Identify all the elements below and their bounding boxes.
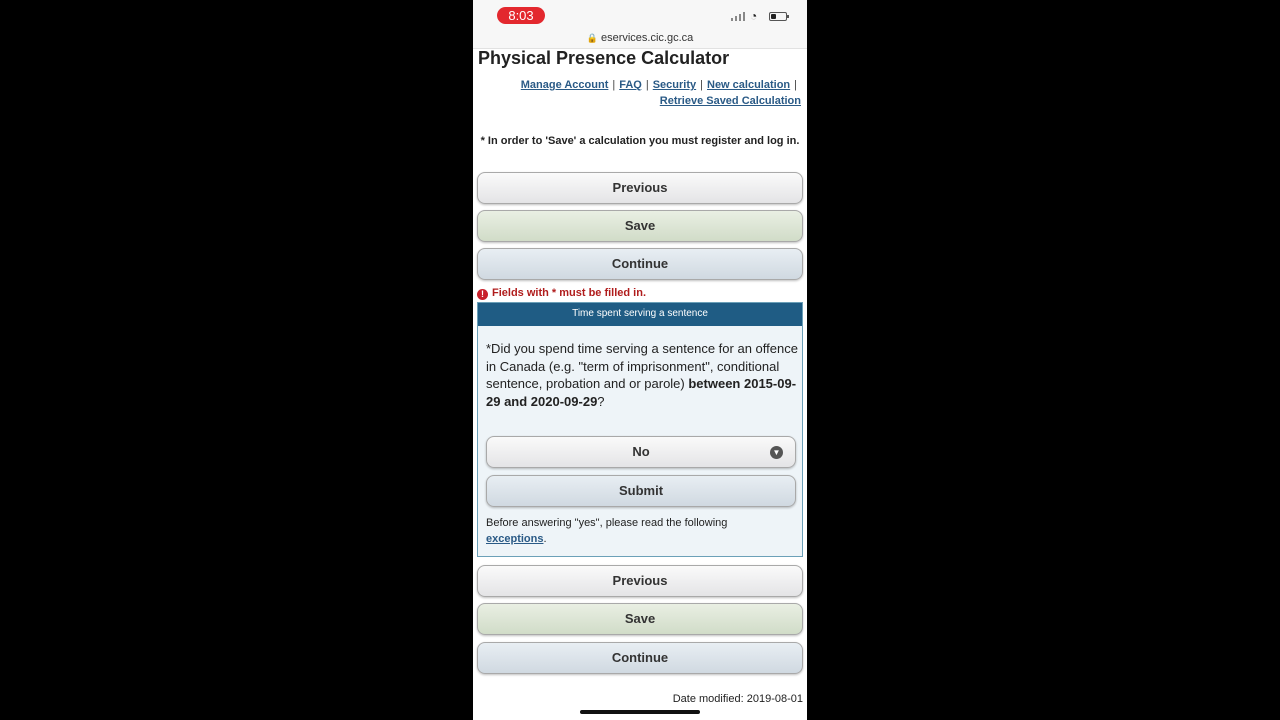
header-links: Manage Account | FAQ | Security | New calculat…	[520, 79, 801, 107]
previous-button-top[interactable]: Previous	[477, 172, 803, 204]
continue-button-bottom[interactable]: Continue	[477, 642, 803, 674]
status-time: 8:03	[497, 7, 545, 24]
date-modified-label: Date modified:	[672, 693, 744, 705]
date-modified-value: 2019-08-01	[746, 693, 803, 705]
sentence-question: *Did you spend time serving a sentence f…	[486, 340, 798, 410]
chevron-down-icon: ▼	[770, 446, 783, 459]
faq-link[interactable]: FAQ	[619, 79, 642, 91]
panel-header: Time spent serving a sentence	[478, 303, 802, 326]
select-value: No	[632, 444, 650, 459]
security-link[interactable]: Security	[653, 79, 696, 91]
note-end: .	[543, 532, 547, 545]
exceptions-note: Before answering "yes", please read the …	[486, 516, 798, 547]
sentence-panel: Time spent serving a sentence *Did you s…	[477, 302, 803, 557]
previous-button-bottom[interactable]: Previous	[477, 565, 803, 597]
manage-account-link[interactable]: Manage Account	[521, 79, 609, 91]
sentence-answer-select[interactable]: No ▼	[486, 436, 796, 468]
wifi-icon: ◔	[750, 9, 758, 23]
exceptions-link[interactable]: exceptions	[486, 533, 543, 545]
save-button-bottom[interactable]: Save	[477, 603, 803, 635]
new-calculation-link[interactable]: New calculation	[707, 79, 790, 91]
question-end: ?	[597, 393, 605, 409]
cellular-signal-icon	[731, 11, 747, 21]
battery-icon	[769, 12, 789, 21]
required-fields-message: ! Fields with * must be filled in.	[477, 287, 646, 300]
submit-button[interactable]: Submit	[486, 475, 796, 507]
home-indicator[interactable]	[580, 710, 700, 714]
phone-screen: 8:03 ◔ 🔒 eservices.cic.gc.ca Physical Pre…	[473, 0, 807, 720]
save-notice: * In order to 'Save' a calculation you m…	[480, 135, 800, 147]
save-button-top[interactable]: Save	[477, 210, 803, 242]
url-text: eservices.cic.gc.ca	[600, 32, 694, 44]
error-icon: !	[477, 289, 488, 300]
continue-button-top[interactable]: Continue	[477, 248, 803, 280]
status-bar: 8:03 ◔	[473, 0, 807, 30]
page-title: Physical Presence Calculator	[478, 48, 730, 68]
note-text: Before answering "yes", please read the …	[486, 517, 728, 529]
lock-icon: 🔒	[586, 33, 598, 43]
address-bar[interactable]: 🔒 eservices.cic.gc.ca	[473, 30, 807, 49]
retrieve-saved-calculation-link[interactable]: Retrieve Saved Calculation	[660, 95, 801, 107]
required-fields-text: Fields with * must be filled in.	[492, 287, 647, 299]
date-modified: Date modified: 2019-08-01	[673, 693, 803, 705]
